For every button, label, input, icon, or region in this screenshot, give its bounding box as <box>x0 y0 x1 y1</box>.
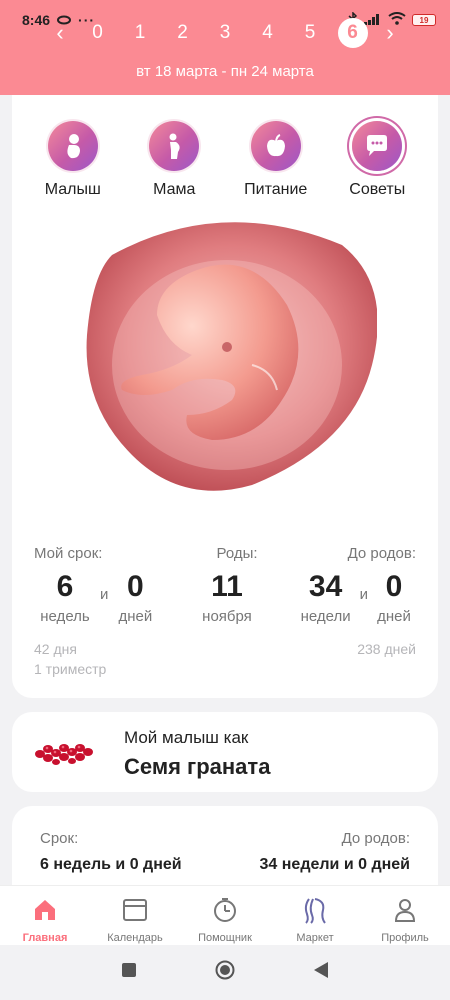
days-left: 238 дней <box>357 641 416 657</box>
nav-market[interactable]: Маркет <box>270 886 360 945</box>
nav-label: Календарь <box>107 932 163 944</box>
nav-label: Маркет <box>296 932 334 944</box>
until-days-unit: дней <box>377 608 411 625</box>
profile-icon <box>394 899 416 922</box>
chat-bubble-icon <box>352 121 403 171</box>
next-week-chevron-icon[interactable]: › <box>380 20 400 46</box>
week-5[interactable]: 5 <box>295 18 325 48</box>
week-1[interactable]: 1 <box>125 18 155 48</box>
date-range: вт 18 марта - пн 24 марта <box>136 63 314 80</box>
main-card: Малыш Мама Питание Советы Мой срок: Роды… <box>12 95 438 698</box>
system-nav-bar <box>0 945 450 1000</box>
calendar-icon <box>123 899 147 921</box>
nav-label: Профиль <box>381 932 429 944</box>
category-mom[interactable]: Мама <box>129 121 219 199</box>
nav-assistant[interactable]: Помощник <box>180 886 270 945</box>
term-days-unit: дней <box>118 608 153 625</box>
until-birth-label: До родов: <box>347 545 416 562</box>
total-days: 42 дня <box>34 641 77 657</box>
until-weeks: 34 <box>308 570 343 603</box>
baby-size-card[interactable]: Мой малыш как Семя граната <box>12 712 438 792</box>
nav-calendar[interactable]: Календарь <box>90 886 180 945</box>
prev-week-chevron-icon[interactable]: ‹ <box>50 20 70 46</box>
week-0[interactable]: 0 <box>83 18 113 48</box>
term-card-until-label: До родов: <box>341 830 410 847</box>
category-tips[interactable]: Советы <box>332 121 422 199</box>
status-time: 8:46 <box>22 12 51 28</box>
nav-label: Главная <box>22 932 68 944</box>
term-label: Мой срок: <box>34 545 103 562</box>
term-days: 0 <box>127 570 144 603</box>
category-label: Мама <box>153 181 196 198</box>
pregnancy-stats: Мой срок: Роды: До родов: 6 недель и 0 д… <box>34 545 416 679</box>
week-2[interactable]: 2 <box>168 18 198 48</box>
week-6-active[interactable]: 6 <box>337 18 368 48</box>
term-card-term-value: 6 недель и 0 дней <box>40 856 182 873</box>
baby-icon <box>47 121 98 171</box>
term-weeks-unit: недель <box>40 608 90 625</box>
baby-size-prefix: Мой малыш как <box>124 728 249 747</box>
home-icon <box>35 900 55 920</box>
until-days: 0 <box>385 570 403 603</box>
category-label: Малыш <box>44 181 101 198</box>
bottom-nav: Главная Календарь Помощник Маркет Профил… <box>0 885 450 945</box>
recents-button[interactable] <box>121 962 137 983</box>
timer-icon <box>214 898 236 922</box>
home-button[interactable] <box>215 960 235 985</box>
week-4[interactable]: 4 <box>253 18 283 48</box>
birth-label: Роды: <box>216 545 258 562</box>
nav-home[interactable]: Главная <box>0 886 90 945</box>
category-nutrition[interactable]: Питание <box>231 121 321 199</box>
week-3[interactable]: 3 <box>210 18 240 48</box>
pregnant-woman-icon <box>149 121 200 171</box>
conjunction: и <box>359 586 368 603</box>
back-button[interactable] <box>313 961 329 984</box>
baby-size-name: Семя граната <box>124 754 271 779</box>
trimester: 1 триместр <box>34 661 107 677</box>
week-selector: ‹ 0 1 2 3 4 5 6 › <box>50 18 400 48</box>
term-card-until-value: 34 недели и 0 дней <box>259 856 410 873</box>
category-label: Питание <box>244 181 308 198</box>
embryo-illustration <box>86 222 377 491</box>
term-weeks: 6 <box>56 570 74 603</box>
header: 8:46 ··· 19 ‹ 0 1 2 3 4 5 6 › вт 18 март… <box>0 0 450 95</box>
until-weeks-unit: недели <box>300 608 351 625</box>
category-baby[interactable]: Малыш <box>28 121 118 199</box>
market-icon <box>304 898 326 924</box>
birth-day: 11 <box>211 570 243 603</box>
battery-icon: 19 <box>412 14 436 26</box>
pomegranate-seeds-image <box>35 744 93 765</box>
nav-label: Помощник <box>198 932 252 944</box>
category-row: Малыш Мама Питание Советы <box>12 121 438 199</box>
nav-profile[interactable]: Профиль <box>360 886 450 945</box>
category-label: Советы <box>349 181 406 198</box>
apple-icon <box>250 121 301 171</box>
term-card-term-label: Срок: <box>40 830 79 847</box>
birth-month: ноября <box>202 608 252 625</box>
conjunction: и <box>100 586 109 603</box>
